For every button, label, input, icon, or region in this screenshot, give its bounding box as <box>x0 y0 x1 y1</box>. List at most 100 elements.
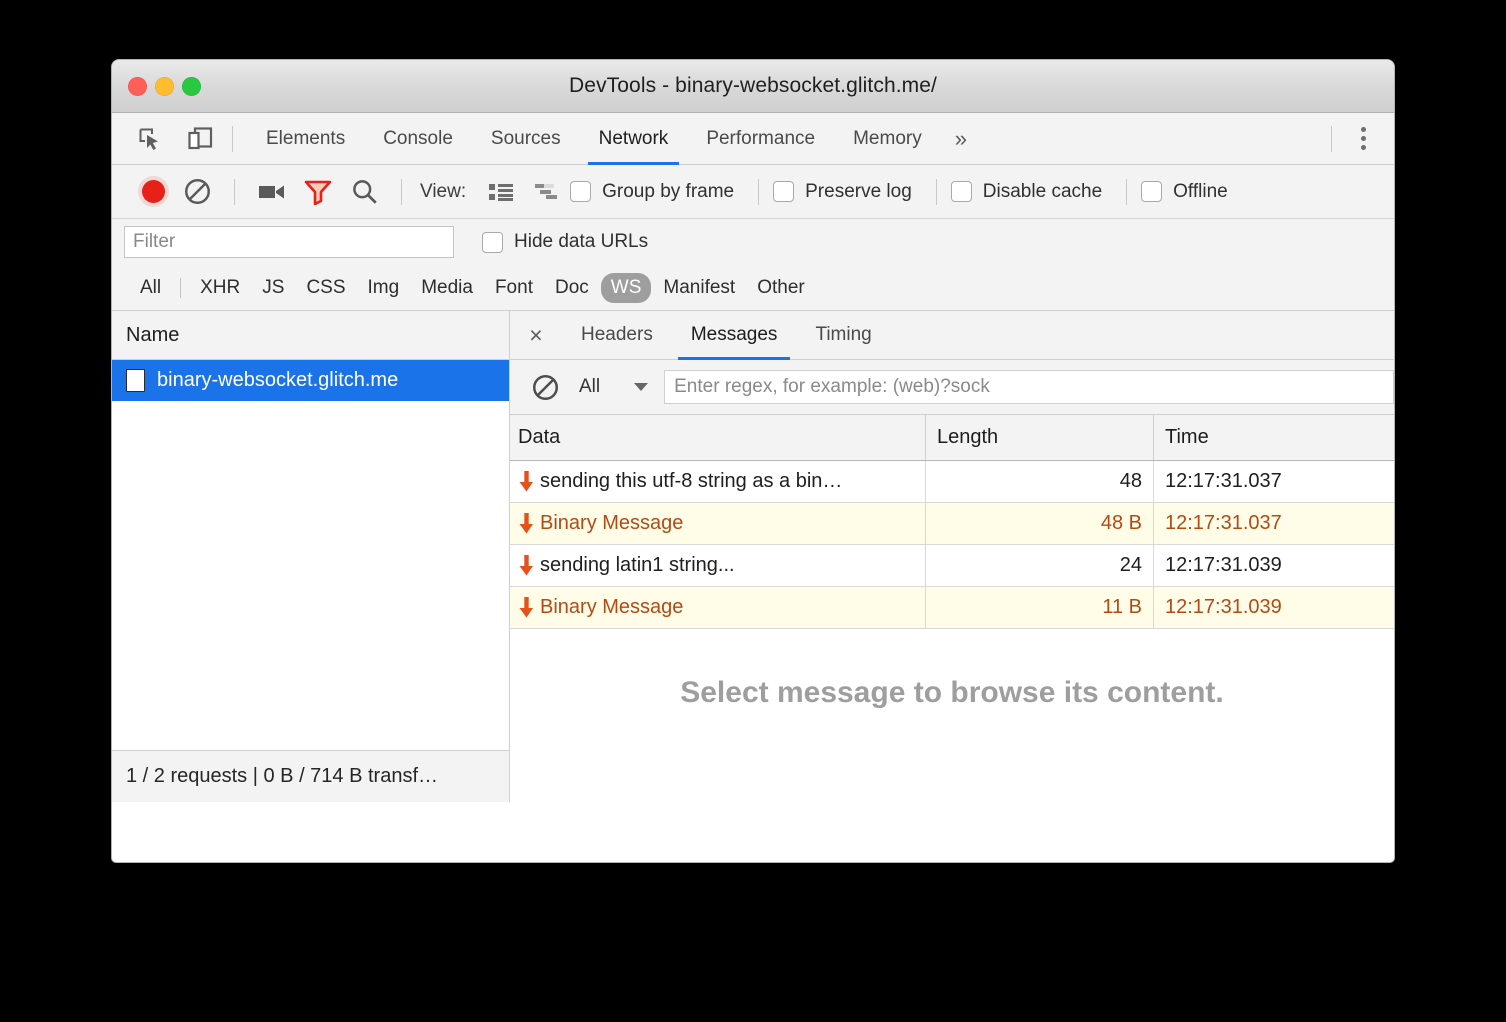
message-time-cell: 12:17:31.039 <box>1154 587 1394 628</box>
title-bar: DevTools - binary-websocket.glitch.me/ <box>112 60 1394 113</box>
capture-screenshots-button[interactable] <box>249 175 295 209</box>
view-label: View: <box>420 181 466 203</box>
filter-button[interactable] <box>295 175 341 209</box>
tab-console[interactable]: Console <box>364 113 472 164</box>
group-by-frame-box[interactable] <box>570 181 591 202</box>
devtools-window: DevTools - binary-websocket.glitch.me/ E… <box>112 60 1394 862</box>
kebab-menu-icon[interactable] <box>1346 127 1380 150</box>
offline-label: Offline <box>1173 181 1228 203</box>
hide-data-urls-checkbox[interactable]: Hide data URLs <box>482 231 648 253</box>
hide-data-urls-label: Hide data URLs <box>514 231 648 253</box>
close-window-button[interactable] <box>128 77 147 96</box>
filter-input[interactable]: Filter <box>124 226 454 258</box>
filter-other[interactable]: Other <box>747 273 815 303</box>
messages-table-header: Data Length Time <box>510 415 1394 461</box>
traffic-lights <box>128 77 201 96</box>
column-header-time[interactable]: Time <box>1154 415 1394 460</box>
filter-font[interactable]: Font <box>485 273 543 303</box>
disable-cache-label: Disable cache <box>983 181 1102 203</box>
group-by-frame-checkbox[interactable]: Group by frame <box>570 181 734 203</box>
resource-type-filters: All XHR JS CSS Img Media Font Doc WS Man… <box>112 265 1394 311</box>
filter-all[interactable]: All <box>130 273 171 303</box>
message-row[interactable]: Binary Message 11 B 12:17:31.039 <box>510 587 1394 629</box>
toolbar-divider-2 <box>234 179 235 205</box>
clear-button[interactable] <box>174 175 220 209</box>
tabbar-divider <box>1331 126 1332 152</box>
tabbar-right-controls <box>1317 113 1394 164</box>
device-toolbar-icon[interactable] <box>182 124 218 154</box>
filter-css[interactable]: CSS <box>296 273 355 303</box>
arrow-down-icon <box>518 555 535 577</box>
message-length-cell: 48 B <box>926 503 1154 544</box>
preserve-log-box[interactable] <box>773 181 794 202</box>
tab-network[interactable]: Network <box>580 113 688 164</box>
filter-media[interactable]: Media <box>411 273 483 303</box>
hide-data-urls-box[interactable] <box>482 232 503 253</box>
message-regex-input[interactable]: Enter regex, for example: (web)?sock <box>664 370 1394 404</box>
arrow-down-icon <box>518 597 535 619</box>
tab-timing[interactable]: Timing <box>796 311 890 359</box>
toolbar-divider-4 <box>758 179 759 205</box>
tab-messages[interactable]: Messages <box>672 311 797 359</box>
offline-box[interactable] <box>1141 181 1162 202</box>
group-by-frame-label: Group by frame <box>602 181 734 203</box>
message-time-cell: 12:17:31.037 <box>1154 461 1394 502</box>
waterfall-view-icon[interactable] <box>524 175 570 209</box>
disable-cache-box[interactable] <box>951 181 972 202</box>
search-button[interactable] <box>341 175 387 209</box>
offline-checkbox[interactable]: Offline <box>1141 181 1228 203</box>
request-row-binary-websocket[interactable]: binary-websocket.glitch.me <box>112 360 509 401</box>
request-list-header[interactable]: Name <box>112 311 509 360</box>
preserve-log-label: Preserve log <box>805 181 912 203</box>
network-toolbar: View: Group by frame <box>112 165 1394 219</box>
message-text: sending latin1 string... <box>540 554 735 577</box>
tab-sources[interactable]: Sources <box>472 113 580 164</box>
close-detail-icon[interactable]: × <box>510 311 562 359</box>
filter-doc[interactable]: Doc <box>545 273 599 303</box>
message-type-value: All <box>579 376 600 398</box>
minimize-window-button[interactable] <box>155 77 174 96</box>
message-text: Binary Message <box>540 512 683 535</box>
tab-elements[interactable]: Elements <box>247 113 364 164</box>
message-length-cell: 48 <box>926 461 1154 502</box>
request-detail-panel: × Headers Messages Timing All Enter rege… <box>510 311 1394 802</box>
filter-img[interactable]: Img <box>358 273 410 303</box>
message-type-select[interactable]: All <box>579 376 648 398</box>
toolbar-divider-3 <box>401 179 402 205</box>
preserve-log-checkbox[interactable]: Preserve log <box>773 181 912 203</box>
message-time-cell: 12:17:31.039 <box>1154 545 1394 586</box>
detail-tabs: × Headers Messages Timing <box>510 311 1394 360</box>
message-row[interactable]: sending latin1 string... 24 12:17:31.039 <box>510 545 1394 587</box>
message-time-cell: 12:17:31.037 <box>1154 503 1394 544</box>
disable-cache-checkbox[interactable]: Disable cache <box>951 181 1102 203</box>
message-row[interactable]: Binary Message 48 B 12:17:31.037 <box>510 503 1394 545</box>
tab-performance[interactable]: Performance <box>687 113 834 164</box>
devtools-tabbar: Elements Console Sources Network Perform… <box>112 113 1394 165</box>
column-header-length[interactable]: Length <box>926 415 1154 460</box>
request-list-empty-area <box>112 401 509 750</box>
filter-divider <box>180 278 181 298</box>
arrow-down-icon <box>518 513 535 535</box>
tab-memory[interactable]: Memory <box>834 113 941 164</box>
message-text: Binary Message <box>540 596 683 619</box>
filter-ws[interactable]: WS <box>601 273 652 303</box>
document-icon <box>126 369 145 392</box>
toolbar-divider <box>232 126 233 152</box>
network-status-bar: 1 / 2 requests | 0 B / 714 B transf… <box>112 750 509 802</box>
inspect-element-icon[interactable] <box>132 124 168 154</box>
filter-row: Filter Hide data URLs <box>112 219 1394 265</box>
message-text: sending this utf-8 string as a bin… <box>540 470 842 493</box>
filter-xhr[interactable]: XHR <box>190 273 250 303</box>
record-button[interactable] <box>132 180 174 203</box>
more-tabs-button[interactable]: » <box>941 113 981 164</box>
message-row[interactable]: sending this utf-8 string as a bin… 48 1… <box>510 461 1394 503</box>
message-data-cell: Binary Message <box>510 503 926 544</box>
column-header-data[interactable]: Data <box>510 415 926 460</box>
tab-headers[interactable]: Headers <box>562 311 672 359</box>
zoom-window-button[interactable] <box>182 77 201 96</box>
filter-js[interactable]: JS <box>252 273 294 303</box>
window-title: DevTools - binary-websocket.glitch.me/ <box>112 74 1394 98</box>
list-view-icon[interactable] <box>478 175 524 209</box>
filter-manifest[interactable]: Manifest <box>653 273 745 303</box>
clear-messages-icon[interactable] <box>532 374 559 401</box>
